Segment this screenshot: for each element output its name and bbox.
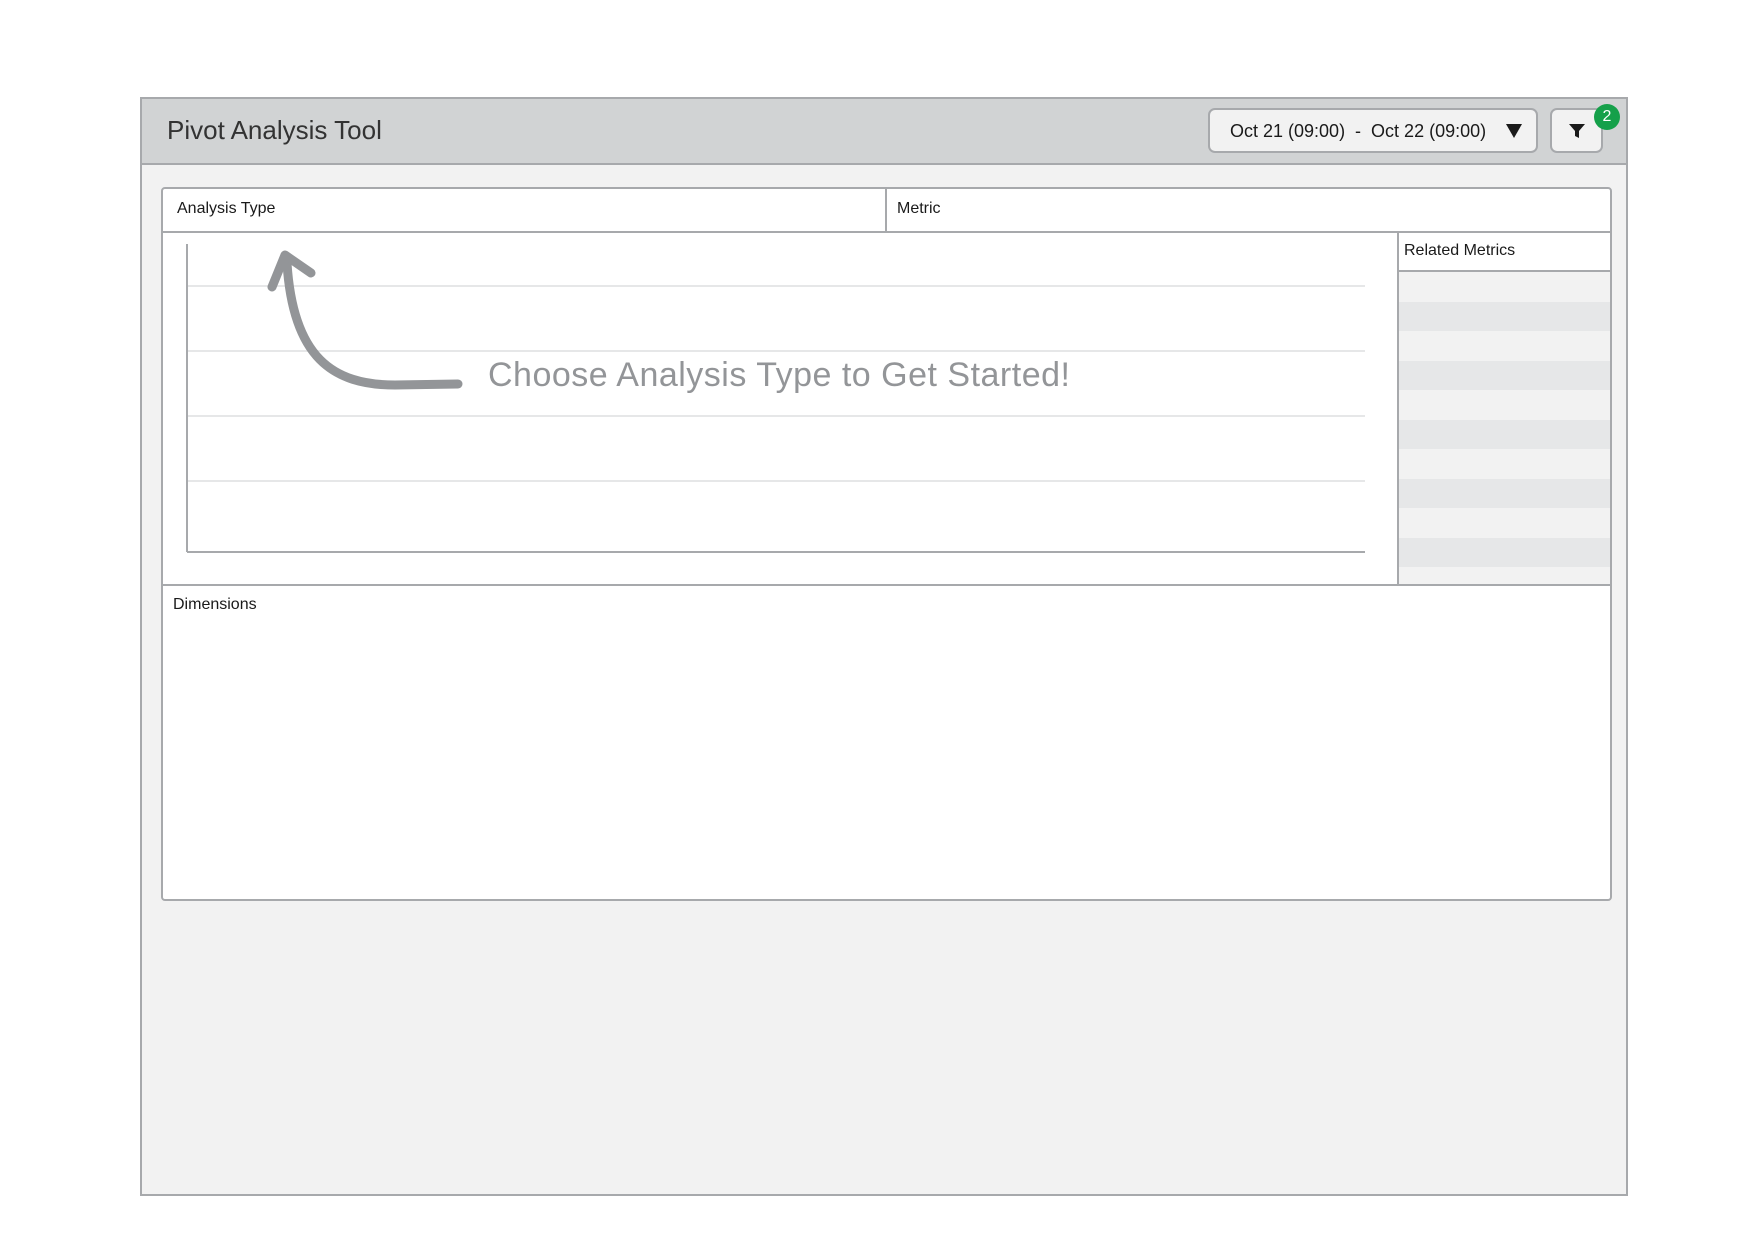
related-metrics-header: Related Metrics xyxy=(1399,233,1610,272)
empty-chart xyxy=(186,244,1365,553)
app-window: Pivot Analysis Tool Oct 21 (09:00) - Oct… xyxy=(140,97,1628,1196)
date-range-label: Oct 21 (09:00) - Oct 22 (09:00) xyxy=(1230,121,1487,141)
list-item[interactable] xyxy=(1399,272,1610,302)
list-item[interactable] xyxy=(1399,508,1610,538)
chevron-down-icon xyxy=(1506,124,1522,138)
list-item[interactable] xyxy=(1399,301,1610,331)
analysis-type-label: Analysis Type xyxy=(177,200,276,217)
filter-icon xyxy=(1569,124,1585,138)
metric-label: Metric xyxy=(897,200,941,217)
list-item[interactable] xyxy=(1399,419,1610,449)
empty-state-message: Choose Analysis Type to Get Started! xyxy=(488,356,1071,394)
list-item[interactable] xyxy=(1399,449,1610,479)
chart-panel: Choose Analysis Type to Get Started! xyxy=(161,231,1399,586)
dimensions-label: Dimensions xyxy=(173,596,257,613)
list-item[interactable] xyxy=(1399,390,1610,420)
curved-arrow-up-icon xyxy=(267,250,463,390)
list-item[interactable] xyxy=(1399,537,1610,567)
filter-count-badge: 2 xyxy=(1594,104,1620,130)
dimensions-panel: Dimensions xyxy=(161,584,1612,901)
related-metrics-list xyxy=(1399,272,1610,597)
header-bar: Pivot Analysis Tool Oct 21 (09:00) - Oct… xyxy=(142,99,1626,165)
list-item[interactable] xyxy=(1399,478,1610,508)
related-metrics-panel: Related Metrics xyxy=(1397,231,1612,597)
metric-selector[interactable]: Metric xyxy=(885,187,1612,233)
list-item[interactable] xyxy=(1399,331,1610,361)
list-item[interactable] xyxy=(1399,360,1610,390)
analysis-type-selector[interactable]: Analysis Type xyxy=(161,187,887,233)
related-metrics-label: Related Metrics xyxy=(1404,242,1516,259)
date-range-dropdown[interactable]: Oct 21 (09:00) - Oct 22 (09:00) xyxy=(1208,108,1538,153)
app-title: Pivot Analysis Tool xyxy=(167,115,382,145)
